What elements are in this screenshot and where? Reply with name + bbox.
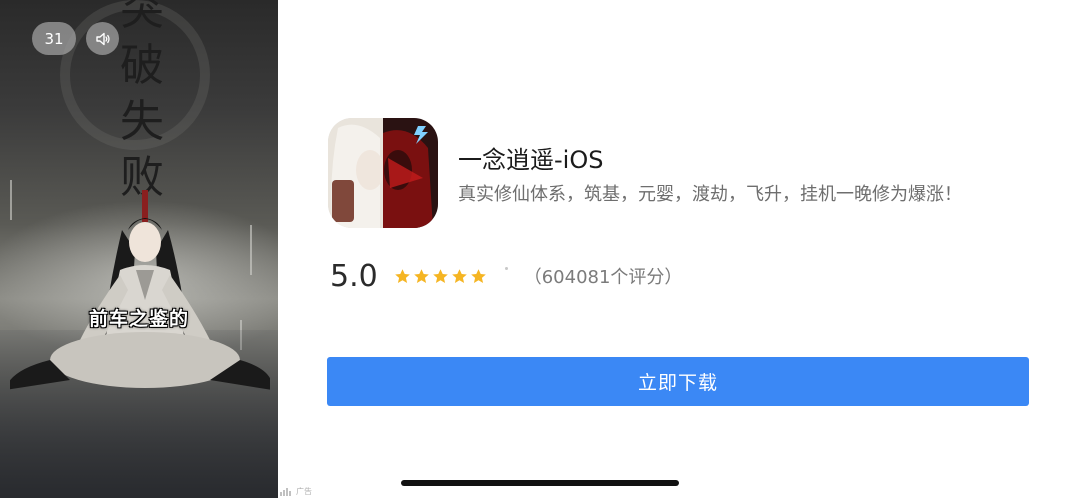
star-icon (432, 268, 448, 283)
rating-row: 5.0 （604081个评分） (330, 256, 682, 296)
download-button[interactable]: 立即下载 (327, 357, 1029, 406)
ad-logo-icon (280, 487, 291, 496)
star-rating (394, 268, 487, 285)
video-player[interactable]: 突 破 失 败 前车之鉴的 31 (0, 0, 278, 498)
ad-label: 广告 (280, 486, 312, 497)
star-icon (451, 268, 467, 283)
rating-count: （604081个评分） (523, 267, 683, 288)
ad-label-text: 广告 (296, 487, 312, 496)
star-icon (394, 268, 410, 283)
calligraphy-char: 破 (120, 40, 164, 91)
ad-screen: 突 破 失 败 前车之鉴的 31 广告 一念逍遥-iOS 真实修仙体系，筑基，元… (0, 0, 1080, 498)
calligraphy-text: 突 破 失 败 (112, 0, 172, 206)
app-icon-image (328, 118, 438, 228)
star-icon (413, 268, 429, 283)
calligraphy-char: 失 (120, 96, 164, 147)
meditating-figure-illustration (10, 190, 270, 390)
app-icon[interactable] (328, 118, 438, 228)
separator-dot (504, 266, 508, 270)
home-indicator[interactable] (401, 480, 679, 486)
speaker-icon (95, 32, 110, 45)
video-subtitle: 前车之鉴的 (88, 308, 189, 330)
calligraphy-char: 突 (120, 0, 164, 35)
countdown-badge: 31 (32, 22, 76, 55)
app-description: 真实修仙体系，筑基，元婴，渡劫，飞升，挂机一晚修为爆涨！ (458, 184, 962, 205)
sound-toggle-button[interactable] (86, 22, 119, 55)
rating-score: 5.0 (330, 258, 378, 294)
star-icon (470, 268, 486, 283)
app-name[interactable]: 一念逍遥-iOS (458, 140, 603, 175)
